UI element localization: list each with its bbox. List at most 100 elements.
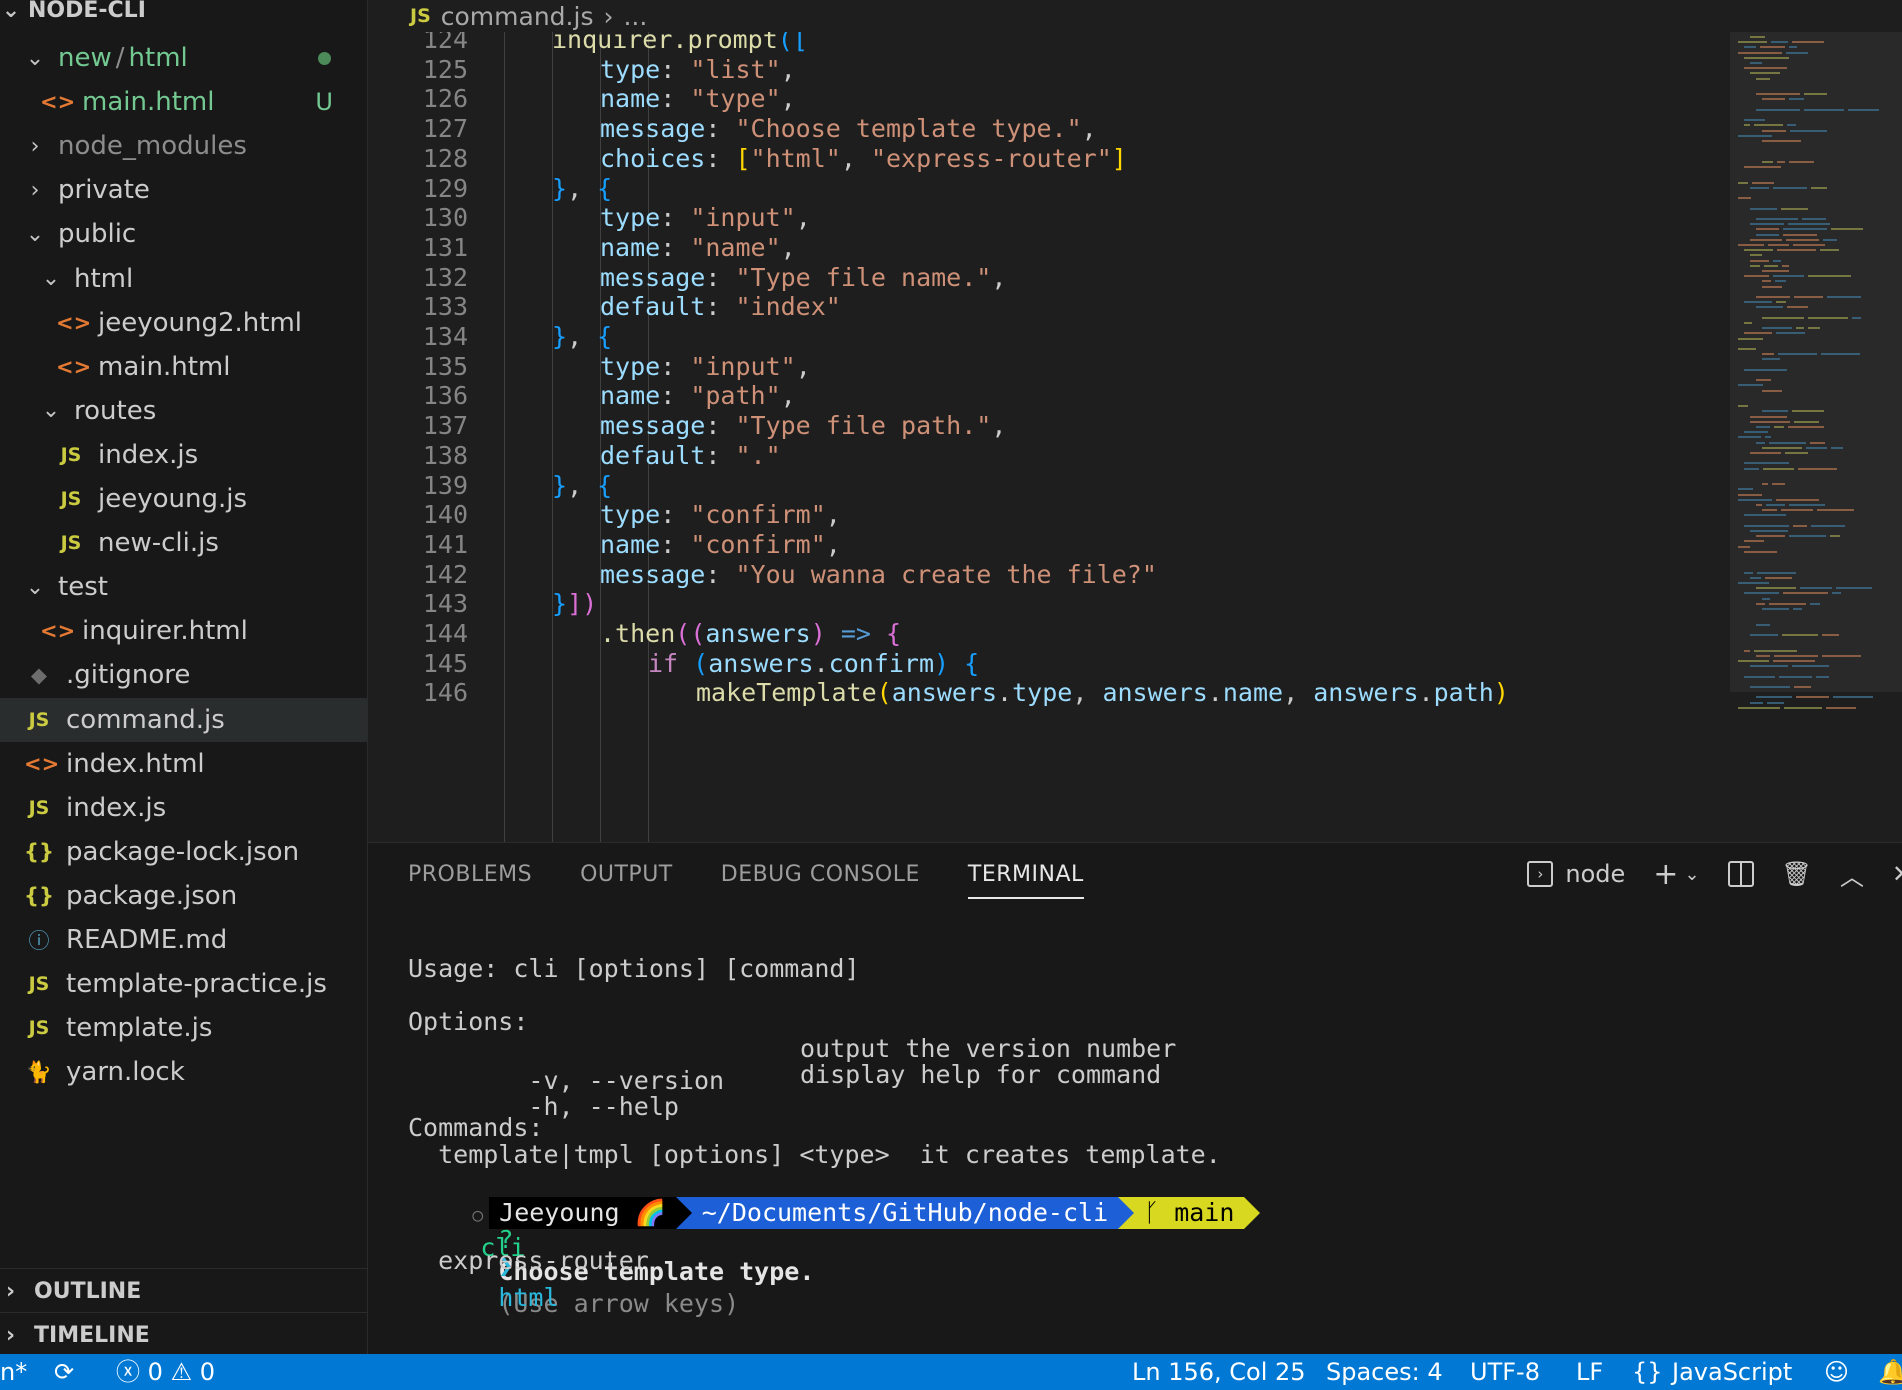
tab-output[interactable]: OUTPUT — [580, 843, 673, 905]
code-token: { — [597, 173, 613, 203]
breadcrumb-file[interactable]: command.js — [441, 2, 594, 31]
code-editor[interactable]: 124 inquirer.prompt([125 type: "list", 126 n… — [368, 32, 1730, 842]
tree-item-test[interactable]: ⌄ test — [0, 565, 367, 609]
minimap-line — [1750, 576, 1761, 579]
minimap-line — [1800, 587, 1832, 590]
maximize-panel-button[interactable]: ︿ — [1840, 857, 1864, 892]
minimap-line — [1794, 686, 1811, 688]
tree-item-label: public — [58, 219, 137, 250]
tree-item-index-js[interactable]: JS index.js — [0, 433, 367, 477]
tree-item-label: index.js — [98, 439, 199, 470]
notifications-icon[interactable]: 🔔 — [1878, 1354, 1902, 1390]
explorer-root-header[interactable]: ⌄ NODE-CLI — [0, 0, 367, 28]
minimap-line — [1766, 504, 1785, 506]
code-token: . — [1418, 678, 1434, 708]
minimap-line — [1756, 654, 1770, 657]
minimap-line — [1852, 316, 1861, 319]
kill-terminal-button[interactable]: 🗑 — [1782, 860, 1812, 888]
tree-item-html[interactable]: ⌄ html — [0, 257, 367, 301]
minimap-line — [1750, 186, 1769, 189]
minimap-line — [1738, 384, 1763, 387]
minimap-line — [1744, 166, 1781, 168]
tree-item-label: template-practice.js — [66, 969, 327, 1000]
tree-item-public[interactable]: ⌄ public — [0, 212, 367, 256]
tree-item-yarn-lock[interactable]: 🐈 yarn.lock — [0, 1050, 367, 1094]
tree-item-template-practice-js[interactable]: JS template-practice.js — [0, 962, 367, 1006]
minimap-line — [1790, 129, 1827, 132]
code-token: : — [660, 203, 691, 233]
tree-item-package-json[interactable]: {} package.json — [0, 874, 367, 918]
close-panel-button[interactable]: ✕ — [1892, 860, 1902, 888]
minimap-line — [1848, 108, 1879, 111]
powerline-arrow — [1244, 1197, 1261, 1229]
problems-indicator[interactable]: ⓧ 0 ⚠ 0 — [116, 1354, 215, 1390]
new-terminal-button[interactable]: + ⌄ — [1653, 857, 1699, 892]
minimap-line — [1738, 488, 1753, 491]
tree-item-label: test — [58, 572, 108, 603]
code-token: . — [997, 678, 1013, 708]
tree-item-template-js[interactable]: JS template.js — [0, 1006, 367, 1050]
outline-section-header[interactable]: › OUTLINE — [0, 1268, 367, 1313]
minimap-line — [1762, 410, 1788, 413]
tree-item-package-lock-json[interactable]: {} package-lock.json — [0, 830, 367, 874]
code-token: "html" — [750, 143, 841, 173]
tab-terminal[interactable]: TERMINAL — [967, 843, 1084, 905]
language-mode[interactable]: JavaScript — [1672, 1354, 1792, 1390]
minimap-line — [1772, 483, 1785, 486]
tree-item-main-html[interactable]: <> main.html — [0, 345, 367, 389]
minimap-line — [1786, 238, 1819, 241]
tree-item-index-js[interactable]: JS index.js — [0, 786, 367, 830]
tree-item-jeeyoung-js[interactable]: JS jeeyoung.js — [0, 477, 367, 521]
minimap[interactable] — [1730, 32, 1902, 842]
sync-icon[interactable]: ⟳ — [54, 1354, 74, 1390]
tree-item--gitignore[interactable]: ◆ .gitignore — [0, 653, 367, 697]
minimap-line — [1744, 524, 1789, 527]
feedback-icon[interactable]: ☺ — [1824, 1354, 1849, 1390]
tree-item-label: README.md — [66, 925, 228, 955]
code-token: , — [825, 529, 841, 559]
chevron-down-icon: ⌄ — [1684, 863, 1700, 885]
tree-item-private[interactable]: › private — [0, 168, 367, 212]
git-branch-icon: ᚴ — [1144, 1198, 1160, 1227]
choice-label: html — [498, 1283, 559, 1312]
code-token: , — [991, 262, 1007, 292]
tree-item-index-html[interactable]: <> index.html — [0, 742, 367, 786]
breadcrumb-symbol[interactable]: ... — [623, 2, 647, 31]
encoding[interactable]: UTF-8 — [1470, 1354, 1540, 1390]
tree-item-inquirer-html[interactable]: <> inquirer.html — [0, 609, 367, 653]
minimap-line — [1757, 571, 1796, 574]
tree-item-jeeyoung2-html[interactable]: <> jeeyoung2.html — [0, 301, 367, 345]
minimap-line — [1773, 275, 1804, 278]
code-token: => — [825, 619, 887, 648]
yarn-file-icon: 🐈 — [25, 1059, 53, 1084]
indentation[interactable]: Spaces: 4 — [1326, 1354, 1443, 1390]
end-of-line[interactable]: LF — [1576, 1354, 1603, 1390]
cursor-position[interactable]: Ln 156, Col 25 — [1132, 1354, 1306, 1390]
minimap-line — [1764, 264, 1778, 267]
terminal-usage-line: Usage: cli [options] [command] — [408, 954, 860, 983]
inquirer-choice[interactable]: express-router — [408, 1245, 649, 1277]
terminal-name: node — [1565, 860, 1626, 888]
tree-item-readme-md[interactable]: ⓘ README.md — [0, 918, 367, 962]
tree-item-command-js[interactable]: JS command.js — [0, 697, 367, 742]
tree-item-node-modules[interactable]: › node_modules — [0, 124, 367, 168]
minimap-line — [1738, 337, 1763, 340]
timeline-section-header[interactable]: › TIMELINE — [0, 1312, 367, 1357]
terminal-icon: › — [1527, 861, 1554, 887]
js-file-icon: JS — [60, 532, 82, 555]
status-bar: n* ⟳ ⓧ 0 ⚠ 0 Ln 156, Col 25 Spaces: 4 UT… — [0, 1354, 1902, 1390]
minimap-line — [1750, 452, 1781, 454]
tab-problems[interactable]: PROBLEMS — [408, 843, 532, 905]
tree-item-main-html[interactable]: <> main.html U — [0, 80, 367, 124]
minimap-line — [1738, 405, 1748, 408]
tab-debug-console[interactable]: DEBUG CONSOLE — [721, 843, 920, 905]
minimap-line — [1776, 301, 1786, 304]
line-number[interactable]: 146 — [368, 675, 468, 711]
status-branch[interactable]: n* — [0, 1354, 27, 1390]
split-terminal-button[interactable] — [1727, 861, 1754, 887]
tree-item-new-cli-js[interactable]: JS new-cli.js — [0, 521, 367, 565]
minimap-line — [1769, 602, 1806, 605]
tree-item-new[interactable]: ⌄ new / html — [0, 36, 367, 80]
tree-item-routes[interactable]: ⌄ routes — [0, 389, 367, 433]
terminal-selector[interactable]: › node — [1527, 860, 1625, 888]
